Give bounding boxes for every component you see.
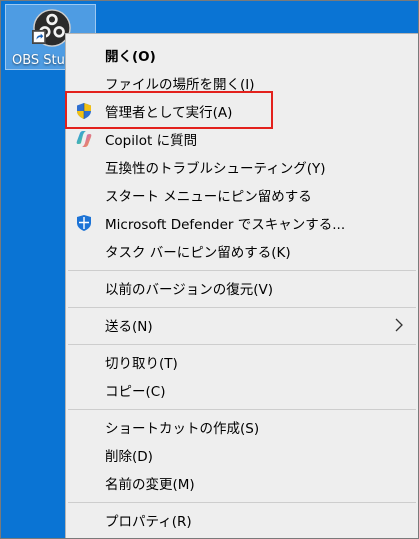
menu-item-troubleshoot-compatibility[interactable]: 互換性のトラブルシューティング(Y) bbox=[66, 153, 418, 181]
menu-item-label: 互換性のトラブルシューティング(Y) bbox=[105, 161, 326, 177]
menu-item-label: ショートカットの作成(S) bbox=[105, 421, 260, 437]
menu-item-send-to[interactable]: 送る(N) bbox=[66, 311, 418, 339]
menu-item-label: Microsoft Defender でスキャンする... bbox=[105, 217, 346, 233]
menu-item-label: プロパティ(R) bbox=[105, 514, 192, 530]
menu-item-create-shortcut[interactable]: ショートカットの作成(S) bbox=[66, 413, 418, 441]
menu-item-label: タスク バーにピン留めする(K) bbox=[105, 245, 291, 261]
menu-item-label: 切り取り(T) bbox=[105, 356, 178, 372]
menu-separator bbox=[68, 344, 416, 345]
menu-item-open[interactable]: 開く(O) bbox=[66, 41, 418, 69]
menu-item-label: ファイルの場所を開く(I) bbox=[105, 77, 255, 93]
menu-item-properties[interactable]: プロパティ(R) bbox=[66, 506, 418, 534]
menu-item-pin-to-taskbar[interactable]: タスク バーにピン留めする(K) bbox=[66, 237, 418, 265]
menu-separator bbox=[68, 270, 416, 271]
menu-item-cut[interactable]: 切り取り(T) bbox=[66, 348, 418, 376]
menu-item-label: 名前の変更(M) bbox=[105, 477, 195, 493]
shortcut-arrow-icon bbox=[32, 30, 46, 44]
menu-item-label: コピー(C) bbox=[105, 384, 166, 400]
chevron-right-icon bbox=[395, 318, 403, 332]
menu-item-label: スタート メニューにピン留めする bbox=[105, 189, 312, 205]
menu-item-pin-to-start[interactable]: スタート メニューにピン留めする bbox=[66, 181, 418, 209]
menu-item-label: Copilot に質問 bbox=[105, 133, 198, 149]
menu-separator bbox=[68, 409, 416, 410]
defender-shield-icon bbox=[77, 215, 91, 231]
copilot-icon bbox=[76, 131, 92, 147]
menu-item-restore-previous-versions[interactable]: 以前のバージョンの復元(V) bbox=[66, 274, 418, 302]
menu-item-ask-copilot[interactable]: Copilot に質問 bbox=[66, 125, 418, 153]
menu-item-rename[interactable]: 名前の変更(M) bbox=[66, 469, 418, 497]
menu-item-label: 送る(N) bbox=[105, 319, 153, 335]
menu-separator bbox=[68, 307, 416, 308]
menu-item-copy[interactable]: コピー(C) bbox=[66, 376, 418, 404]
menu-item-label: 以前のバージョンの復元(V) bbox=[105, 282, 273, 298]
menu-separator bbox=[68, 502, 416, 503]
menu-item-label: 開く(O) bbox=[105, 49, 156, 65]
highlight-box bbox=[65, 91, 273, 129]
menu-item-delete[interactable]: 削除(D) bbox=[66, 441, 418, 469]
menu-item-label: 削除(D) bbox=[105, 449, 153, 465]
menu-item-defender-scan[interactable]: Microsoft Defender でスキャンする... bbox=[66, 209, 418, 237]
